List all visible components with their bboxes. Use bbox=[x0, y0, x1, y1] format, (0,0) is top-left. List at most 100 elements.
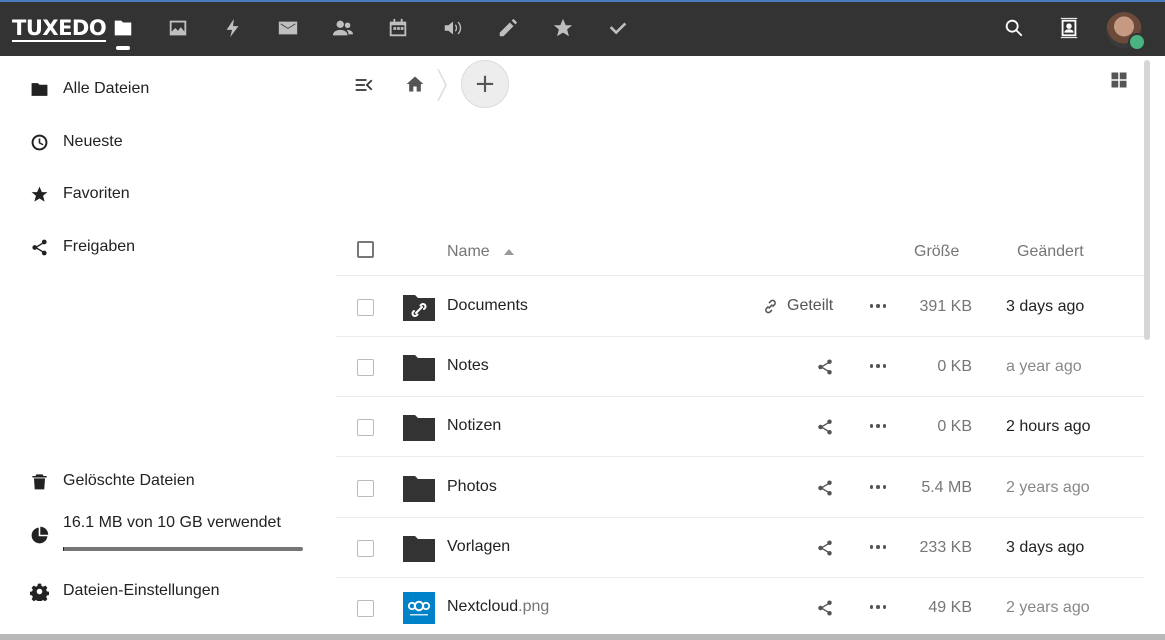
more-actions-icon[interactable] bbox=[869, 417, 887, 435]
file-size: 49 KB bbox=[928, 599, 972, 616]
more-actions-icon[interactable] bbox=[869, 297, 887, 315]
scrollbar[interactable] bbox=[1144, 60, 1150, 340]
pie-chart-icon bbox=[29, 525, 49, 545]
trash-icon bbox=[29, 471, 49, 491]
sidebar-item-favorites[interactable]: Favoriten bbox=[0, 172, 336, 216]
sidebar-item-recent[interactable]: Neueste bbox=[0, 120, 336, 164]
file-modified-date: 2 hours ago bbox=[1006, 418, 1091, 435]
file-row-nextcloud-png[interactable]: Nextcloud.png 49 KB 2 years ago bbox=[336, 578, 1144, 634]
file-list-header: Name Größe Geändert bbox=[336, 228, 1144, 276]
activity-flash-icon[interactable] bbox=[220, 15, 246, 41]
share-icon[interactable] bbox=[816, 479, 834, 497]
share-icon bbox=[29, 237, 49, 257]
home-icon[interactable] bbox=[405, 74, 425, 94]
file-name[interactable]: Vorlagen bbox=[447, 538, 510, 556]
contacts-icon[interactable] bbox=[1057, 16, 1081, 40]
photos-app-icon[interactable] bbox=[165, 15, 191, 41]
row-checkbox[interactable] bbox=[357, 419, 374, 436]
file-size: 0 KB bbox=[937, 418, 972, 435]
sort-ascending-icon[interactable] bbox=[504, 249, 514, 255]
folder-icon bbox=[29, 79, 49, 99]
folder-icon bbox=[403, 355, 435, 381]
more-actions-icon[interactable] bbox=[869, 598, 887, 616]
search-icon[interactable] bbox=[1002, 16, 1026, 40]
shared-label: Geteilt bbox=[787, 297, 834, 314]
sidebar-item-settings[interactable]: Dateien-Einstellungen bbox=[0, 569, 336, 613]
shared-folder-link-icon bbox=[403, 295, 435, 321]
select-all-checkbox[interactable] bbox=[357, 241, 374, 258]
share-icon[interactable] bbox=[816, 539, 834, 557]
file-modified-date: 3 days ago bbox=[1006, 539, 1085, 556]
file-row-vorlagen[interactable]: Vorlagen 233 KB 3 days ago bbox=[336, 518, 1144, 578]
app-header: TUXEDO bbox=[0, 0, 1165, 56]
contacts-group-icon[interactable] bbox=[330, 15, 356, 41]
files-sidebar: Alle Dateien Neueste Favoriten Freigaben… bbox=[0, 56, 336, 634]
link-icon bbox=[765, 299, 776, 313]
toggle-sidebar-icon[interactable] bbox=[354, 75, 374, 95]
file-modified-date: 2 years ago bbox=[1006, 479, 1090, 496]
share-icon[interactable] bbox=[816, 418, 834, 436]
breadcrumb-separator bbox=[437, 68, 447, 102]
clock-icon bbox=[29, 132, 49, 152]
calendar-icon[interactable] bbox=[385, 15, 411, 41]
file-name[interactable]: Notes bbox=[447, 357, 489, 375]
window-bottom-edge bbox=[0, 634, 1165, 640]
more-actions-icon[interactable] bbox=[869, 478, 887, 496]
files-app-icon[interactable] bbox=[110, 15, 136, 41]
audio-icon[interactable] bbox=[440, 15, 466, 41]
row-checkbox[interactable] bbox=[357, 480, 374, 497]
sidebar-item-label: Dateien-Einstellungen bbox=[63, 582, 220, 599]
file-size: 391 KB bbox=[919, 298, 972, 315]
folder-icon bbox=[403, 536, 435, 562]
quota-label: 16.1 MB von 10 GB verwendet bbox=[63, 514, 281, 531]
share-icon[interactable] bbox=[816, 599, 834, 617]
row-checkbox[interactable] bbox=[357, 359, 374, 376]
sidebar-item-label: Favoriten bbox=[63, 185, 130, 202]
sidebar-item-label: Freigaben bbox=[63, 238, 136, 255]
sidebar-item-label: Neueste bbox=[63, 133, 123, 150]
file-modified-date: 2 years ago bbox=[1006, 599, 1090, 616]
file-row-documents[interactable]: Documents Geteilt 391 KB 3 days ago bbox=[336, 277, 1144, 337]
quota-progress-bar bbox=[63, 547, 303, 551]
file-name[interactable]: Documents bbox=[447, 297, 528, 315]
online-status-badge bbox=[1128, 33, 1146, 51]
gear-icon bbox=[29, 581, 49, 601]
row-checkbox[interactable] bbox=[357, 299, 374, 316]
pencil-icon[interactable] bbox=[495, 15, 521, 41]
file-row-photos[interactable]: Photos 5.4 MB 2 years ago bbox=[336, 458, 1144, 518]
sidebar-item-label: Gelöschte Dateien bbox=[63, 472, 195, 489]
active-app-indicator bbox=[116, 46, 130, 50]
row-checkbox[interactable] bbox=[357, 600, 374, 617]
sidebar-item-label: Alle Dateien bbox=[63, 80, 150, 97]
tuxedo-logo[interactable]: TUXEDO bbox=[12, 16, 107, 42]
file-name[interactable]: Photos bbox=[447, 478, 497, 496]
star-icon bbox=[29, 184, 49, 204]
image-thumbnail-icon bbox=[403, 592, 435, 624]
file-size: 0 KB bbox=[937, 358, 972, 375]
sidebar-item-shares[interactable]: Freigaben bbox=[0, 225, 336, 269]
file-row-notes[interactable]: Notes 0 KB a year ago bbox=[336, 337, 1144, 397]
grid-view-icon[interactable] bbox=[1110, 71, 1128, 89]
file-row-notizen[interactable]: Notizen 0 KB 2 hours ago bbox=[336, 397, 1144, 457]
file-name[interactable]: Notizen bbox=[447, 417, 501, 435]
modified-column-header[interactable]: Geändert bbox=[1017, 243, 1084, 261]
file-size: 233 KB bbox=[919, 539, 972, 556]
more-actions-icon[interactable] bbox=[869, 538, 887, 556]
file-modified-date: a year ago bbox=[1006, 358, 1082, 375]
folder-icon bbox=[403, 476, 435, 502]
star-app-icon[interactable] bbox=[550, 15, 576, 41]
file-modified-date: 3 days ago bbox=[1006, 298, 1085, 315]
file-size: 5.4 MB bbox=[921, 479, 972, 496]
sidebar-item-all-files[interactable]: Alle Dateien bbox=[0, 67, 336, 111]
mail-icon[interactable] bbox=[275, 15, 301, 41]
row-checkbox[interactable] bbox=[357, 540, 374, 557]
add-new-button[interactable]: + bbox=[461, 60, 509, 108]
file-name[interactable]: Nextcloud.png bbox=[447, 598, 549, 616]
share-icon[interactable] bbox=[816, 358, 834, 376]
more-actions-icon[interactable] bbox=[869, 357, 887, 375]
checkmark-icon[interactable] bbox=[605, 15, 631, 41]
size-column-header[interactable]: Größe bbox=[914, 243, 959, 261]
sidebar-item-deleted-files[interactable]: Gelöschte Dateien bbox=[0, 459, 336, 503]
shared-status-button[interactable]: Geteilt bbox=[762, 297, 833, 315]
name-column-header[interactable]: Name bbox=[447, 243, 490, 261]
